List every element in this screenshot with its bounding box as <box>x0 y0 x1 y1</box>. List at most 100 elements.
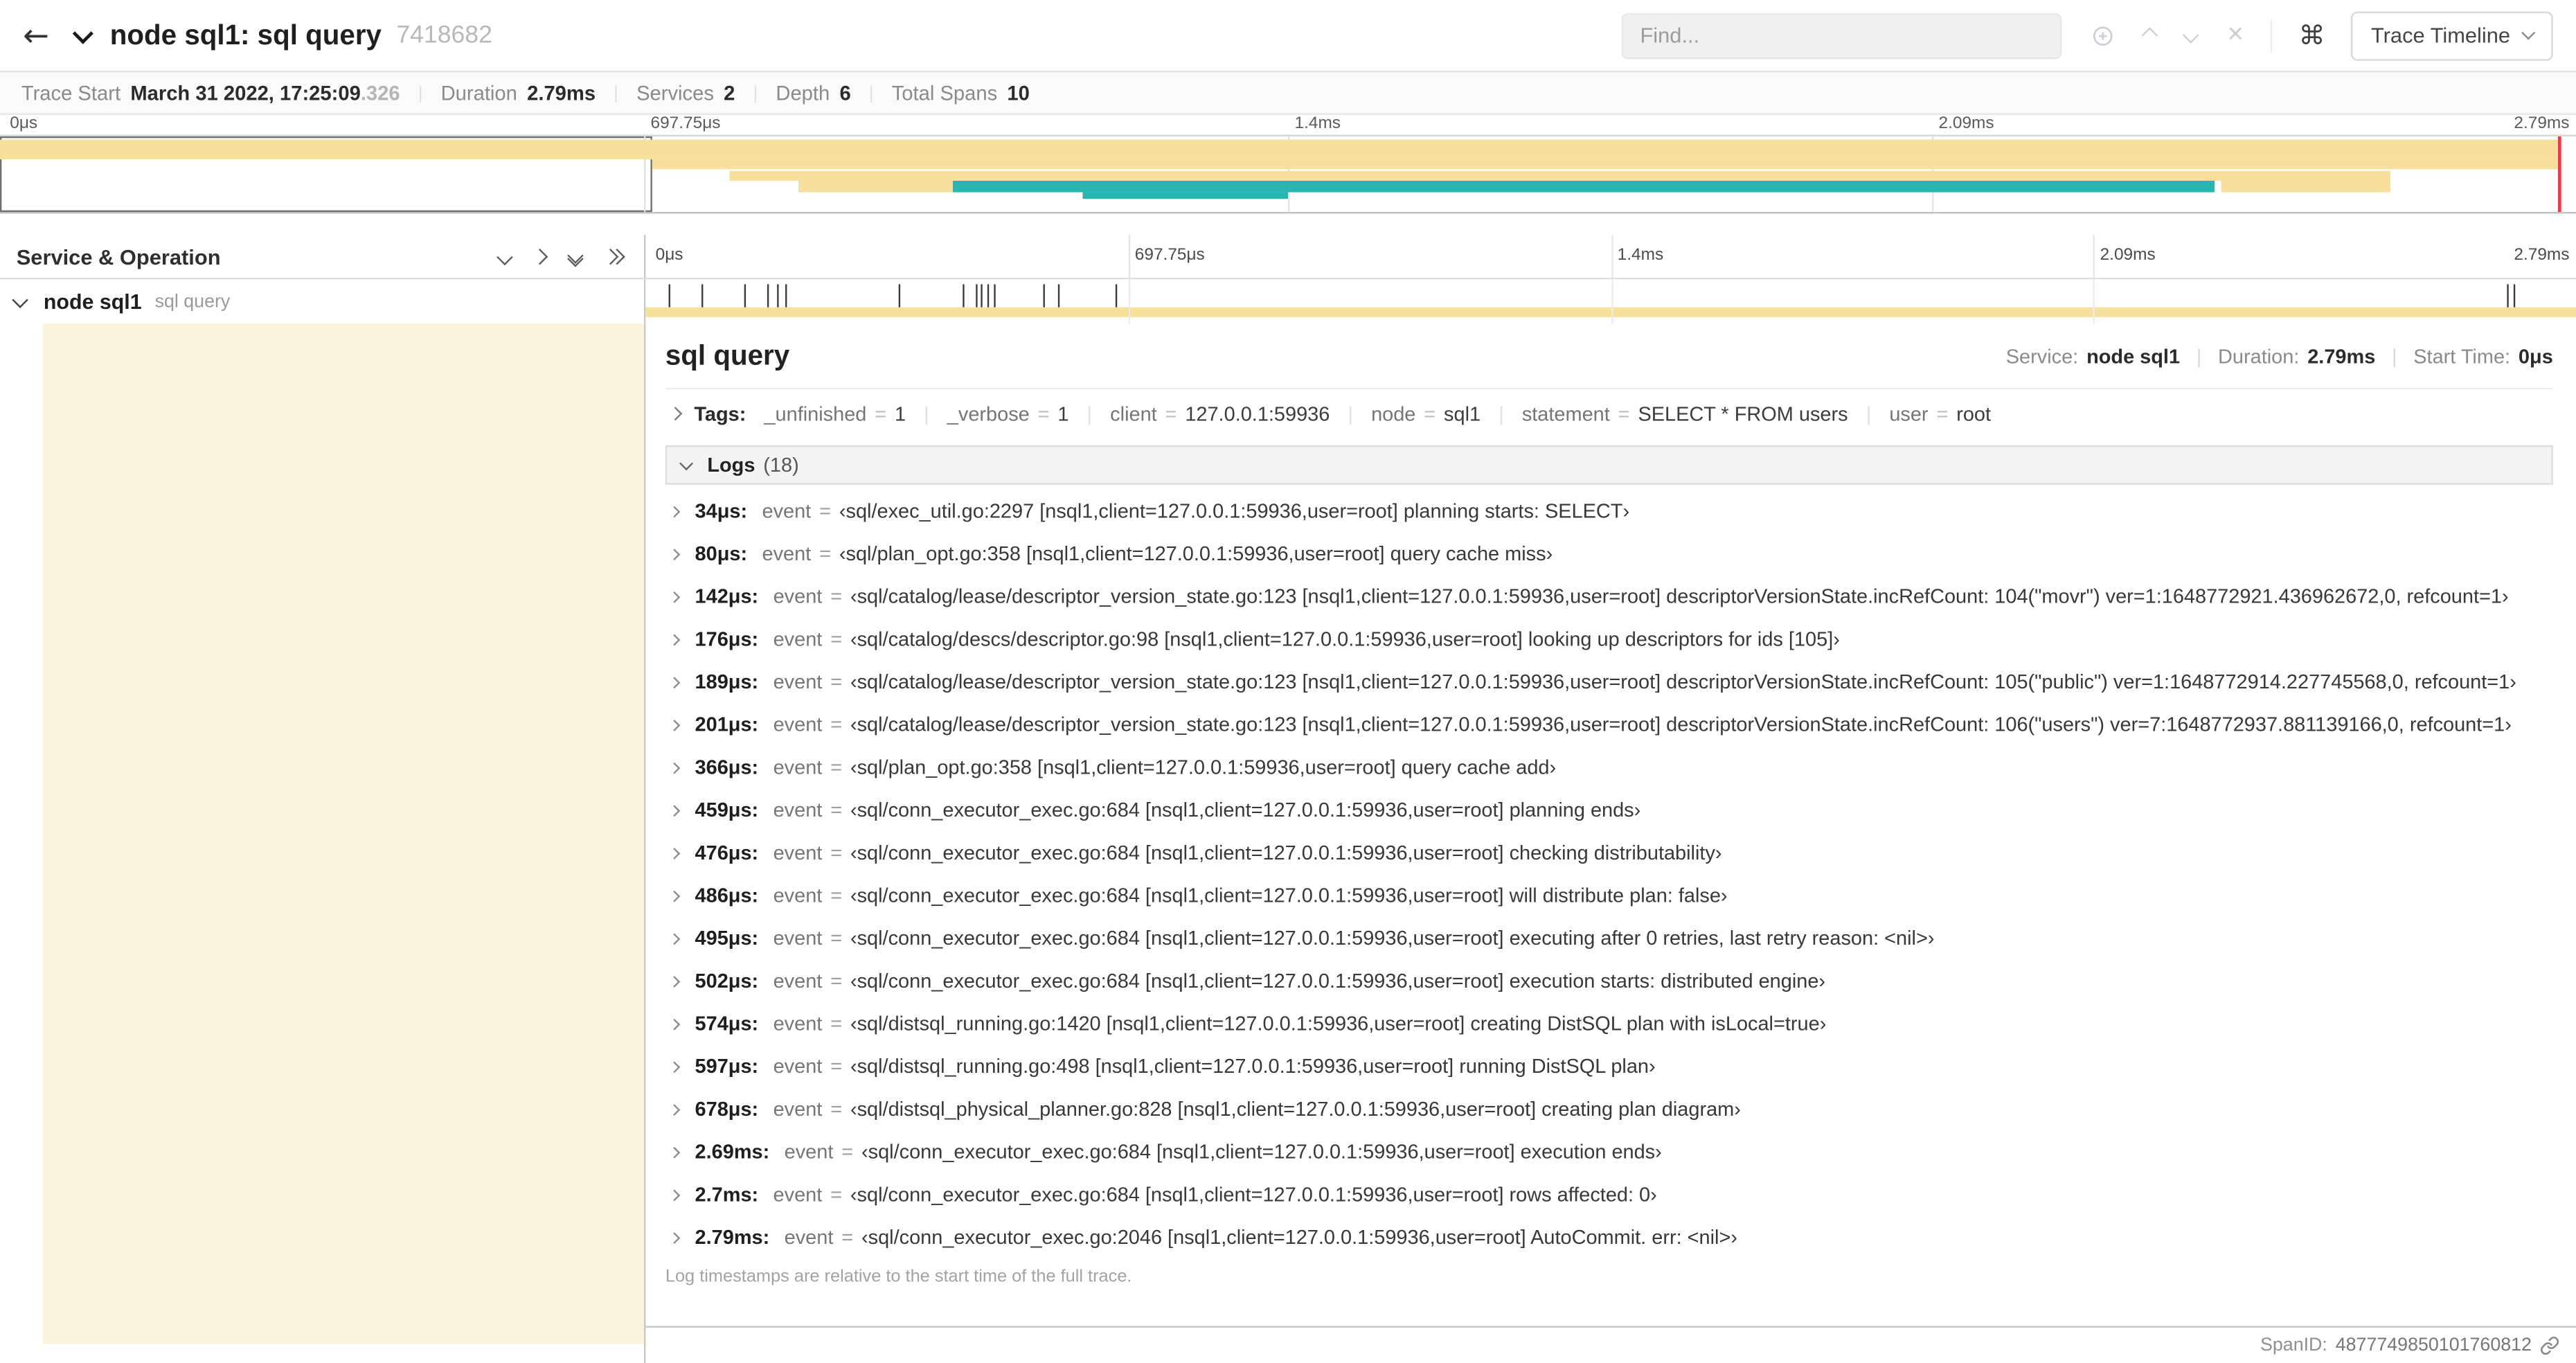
prev-result-icon[interactable] <box>2142 27 2158 44</box>
expand-log-chevron-icon <box>668 1231 681 1243</box>
log-row[interactable]: 459μs: event = ‹sql/conn_executor_exec.go:6… <box>665 789 2553 832</box>
log-row[interactable]: 502μs: event = ‹sql/conn_executor_exec.go:6… <box>665 960 2553 1003</box>
tick-label: 1.4ms <box>1294 115 1341 134</box>
log-event-tick <box>2506 284 2508 308</box>
tag-item: _unfinished = 1 <box>764 402 906 425</box>
summary-item: Duration 2.79ms <box>441 81 596 104</box>
next-result-icon[interactable] <box>2183 27 2200 44</box>
log-row[interactable]: 678μs: event = ‹sql/distsql_physical_planne… <box>665 1088 2553 1131</box>
log-row[interactable]: 2.69ms: event = ‹sql/conn_executor_exec.go:… <box>665 1130 2553 1173</box>
collapse-one-icon[interactable] <box>496 249 512 265</box>
log-row[interactable]: 34μs: event = ‹sql/exec_util.go:2297 [nsql1… <box>665 490 2553 533</box>
minimap-span-bar <box>953 180 2216 192</box>
minimap-span-bar <box>0 139 2558 160</box>
summary-item: Depth 6 <box>776 81 850 104</box>
expand-log-chevron-icon <box>668 889 681 902</box>
log-field-value: ‹sql/conn_executor_exec.go:684 [nsql1,cl… <box>850 884 1728 907</box>
span-id-value: 4877749850101760812 <box>2335 1335 2532 1355</box>
chevron-down-icon <box>2521 26 2536 40</box>
expand-log-chevron-icon <box>668 846 681 859</box>
keyboard-shortcuts-icon[interactable]: ⌘ <box>2299 19 2325 51</box>
log-row[interactable]: 486μs: event = ‹sql/conn_executor_exec.go:6… <box>665 874 2553 917</box>
log-event-tick <box>776 284 779 308</box>
minimap-canvas[interactable] <box>0 134 2576 214</box>
tick-label: 2.79ms <box>2514 246 2570 265</box>
grid-line <box>1611 279 1613 324</box>
focus-search-icon[interactable] <box>2092 24 2115 46</box>
log-field-value: ‹sql/distsql_running.go:1420 [nsql1,clie… <box>850 1012 1827 1035</box>
log-row[interactable]: 597μs: event = ‹sql/distsql_running.go:498 … <box>665 1045 2553 1088</box>
log-row[interactable]: 2.79ms: event = ‹sql/conn_executor_exec.go:… <box>665 1216 2553 1259</box>
summary-value: 10 <box>1007 81 1030 105</box>
log-field-key: event <box>773 927 823 950</box>
log-event-tick <box>976 284 978 308</box>
tag-item: user = root <box>1889 402 1991 425</box>
trace-view-dropdown[interactable]: Trace Timeline <box>2351 10 2553 60</box>
log-row[interactable]: 495μs: event = ‹sql/conn_executor_exec.go:6… <box>665 917 2553 960</box>
log-field-key: event <box>762 499 812 523</box>
minimap-span-bar <box>2220 180 2391 192</box>
collapse-all-icon[interactable] <box>566 247 582 266</box>
log-field-value: ‹sql/conn_executor_exec.go:684 [nsql1,cl… <box>850 799 1641 822</box>
log-field-key: event <box>773 1012 823 1035</box>
logs-accordion-header[interactable]: Logs (18) <box>665 445 2553 485</box>
find-placeholder: Find... <box>1640 23 1700 48</box>
log-field-key: event <box>784 1140 834 1164</box>
log-row[interactable]: 142μs: event = ‹sql/catalog/lease/descripto… <box>665 575 2553 618</box>
tag-separator: | <box>924 402 929 426</box>
log-row[interactable]: 574μs: event = ‹sql/distsql_running.go:1420… <box>665 1002 2553 1045</box>
expand-log-chevron-icon <box>668 1060 681 1073</box>
expand-log-chevron-icon <box>668 633 681 645</box>
tag-equals: = <box>1037 402 1050 426</box>
log-equals: = <box>830 713 843 736</box>
log-timestamp: 574μs: <box>695 1012 759 1035</box>
logs-footnote: Log timestamps are relative to the start… <box>665 1267 1132 1287</box>
log-field-key: event <box>773 627 823 651</box>
tick-label: 2.09ms <box>1938 115 1994 134</box>
summary-label: Services <box>636 81 714 105</box>
summary-value: 2.79ms <box>527 81 596 105</box>
log-row[interactable]: 80μs: event = ‹sql/plan_opt.go:358 [nsql1,c… <box>665 533 2553 576</box>
summary-value-fraction: .326 <box>360 81 400 105</box>
span-service-name: node sql1 <box>43 289 142 314</box>
span-row[interactable]: node sql1 sql query <box>0 279 2576 324</box>
span-row-track[interactable] <box>645 279 2576 324</box>
log-event-tick <box>981 284 983 308</box>
collapse-logs-chevron-icon <box>679 456 693 470</box>
log-row[interactable]: 189μs: event = ‹sql/catalog/lease/descripto… <box>665 661 2553 704</box>
expand-one-icon[interactable] <box>531 249 547 265</box>
log-event-tick <box>1043 284 1045 308</box>
span-detail-header: sql query Service: node sql1 | Duration: 2.7… <box>665 340 2553 373</box>
span-detail-container: sql query Service: node sql1 | Duration: 2.7… <box>645 323 2576 1363</box>
clear-search-icon[interactable]: ✕ <box>2226 23 2244 48</box>
span-row-name-cell[interactable]: node sql1 sql query <box>0 279 646 324</box>
expand-all-icon[interactable] <box>602 249 623 265</box>
log-field-key: event <box>773 1183 823 1206</box>
back-arrow-icon[interactable]: ← <box>23 17 49 53</box>
log-field-key: event <box>773 1055 823 1078</box>
tag-key: statement <box>1521 402 1610 426</box>
expand-log-chevron-icon <box>668 1103 681 1115</box>
log-row[interactable]: 2.7ms: event = ‹sql/conn_executor_exec.go:6… <box>665 1173 2553 1216</box>
expand-log-chevron-icon <box>668 718 681 731</box>
log-timestamp: 459μs: <box>695 799 759 822</box>
find-input[interactable]: Find... <box>1622 12 2063 59</box>
collapse-trace-chevron-icon[interactable] <box>72 22 93 44</box>
tag-key: _unfinished <box>764 402 867 426</box>
trace-view-dropdown-label: Trace Timeline <box>2370 23 2511 48</box>
log-row[interactable]: 176μs: event = ‹sql/catalog/descs/descripto… <box>665 618 2553 661</box>
log-row[interactable]: 366μs: event = ‹sql/plan_opt.go:358 [nsql1,… <box>665 746 2553 789</box>
expand-log-chevron-icon <box>668 1146 681 1158</box>
logs-label: Logs <box>707 453 755 477</box>
link-icon[interactable] <box>2540 1335 2559 1355</box>
meta-label: Start Time: <box>2413 345 2511 368</box>
log-event-tick <box>767 284 769 308</box>
log-field-value: ‹sql/plan_opt.go:358 [nsql1,client=127.0… <box>839 542 1553 566</box>
log-row[interactable]: 201μs: event = ‹sql/catalog/lease/descripto… <box>665 703 2553 746</box>
collapse-span-chevron-icon[interactable] <box>12 291 28 307</box>
log-timestamp: 678μs: <box>695 1097 759 1121</box>
log-field-value: ‹sql/catalog/descs/descriptor.go:98 [nsq… <box>850 627 1840 651</box>
grid-line <box>1128 279 1130 324</box>
log-row[interactable]: 476μs: event = ‹sql/conn_executor_exec.go:6… <box>665 831 2553 874</box>
tags-accordion[interactable]: Tags: _unfinished = 1 | _verbose = 1 | client = 12… <box>665 389 2553 438</box>
